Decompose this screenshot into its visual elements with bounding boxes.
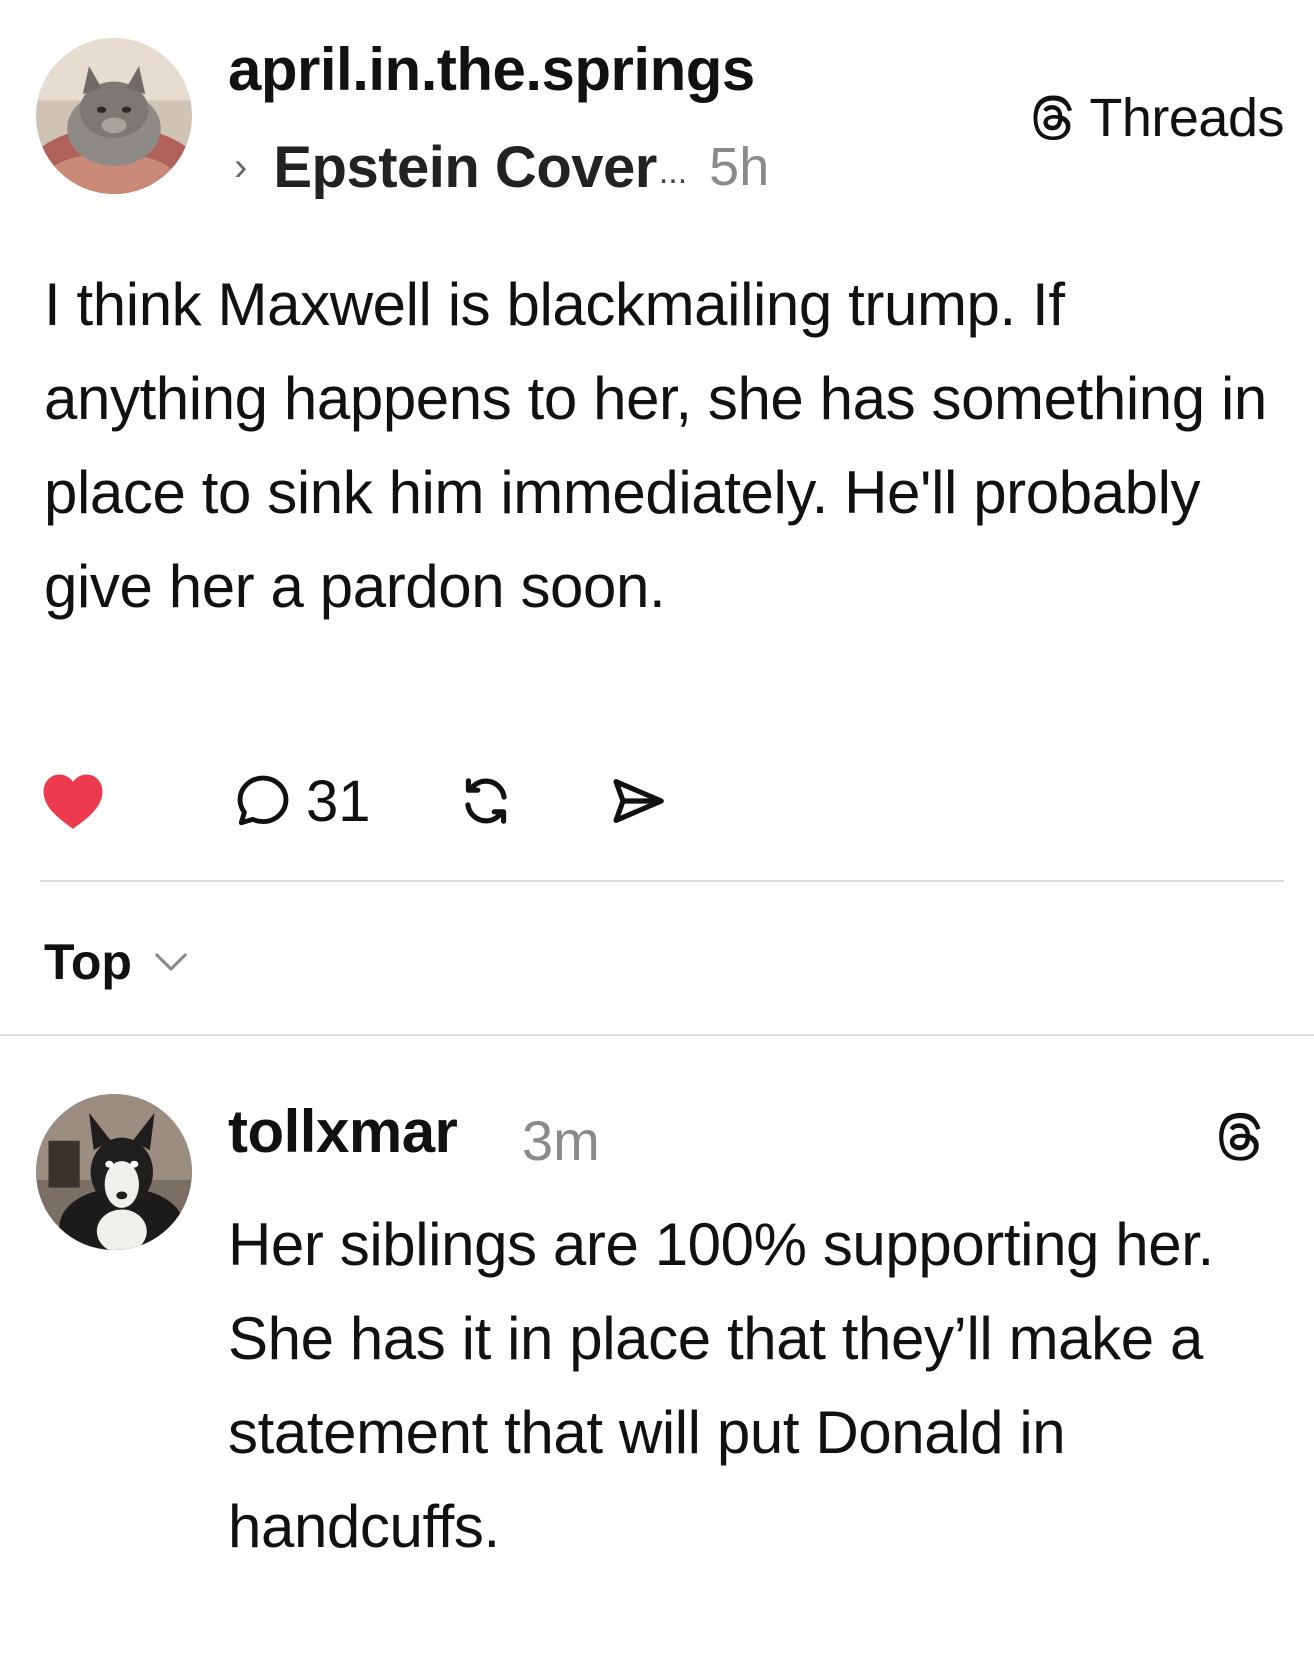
share-button[interactable]	[517, 770, 669, 832]
threads-badge-label: Threads	[1089, 88, 1284, 148]
topic-tag[interactable]: › Epstein Cover ... 5h	[234, 132, 769, 202]
repost-button[interactable]	[371, 770, 517, 832]
reply-button[interactable]: 31	[106, 768, 371, 835]
reply-count: 31	[306, 768, 371, 834]
topic-ellipsis: ...	[658, 153, 688, 191]
reply-username[interactable]: tollxmar	[228, 1102, 458, 1162]
post-author-avatar[interactable]	[36, 38, 192, 194]
post-timestamp: 5h	[709, 137, 770, 197]
post-actions: 31	[40, 766, 669, 836]
topic-label[interactable]: Epstein Cover	[273, 134, 657, 201]
dog-avatar-image	[36, 1094, 192, 1250]
threads-logo-icon[interactable]	[1210, 1108, 1268, 1166]
divider	[0, 1034, 1314, 1036]
reply-timestamp: 3m	[522, 1109, 600, 1172]
chevron-right-icon: ›	[234, 145, 248, 189]
comment-bubble-icon	[237, 775, 289, 826]
send-icon	[612, 779, 664, 823]
post-text: I think Maxwell is blackmailing trump. I…	[44, 271, 1267, 620]
reply-author-avatar[interactable]	[36, 1094, 192, 1250]
threads-badge: Threads	[1025, 88, 1284, 148]
post-username[interactable]: april.in.the.springs	[228, 40, 755, 100]
like-button[interactable]	[40, 771, 106, 831]
heart-filled-icon	[43, 774, 103, 829]
cat-avatar-image	[36, 38, 192, 194]
sort-label: Top	[44, 934, 132, 990]
reply-text: Her siblings are 100% supporting her. Sh…	[228, 1211, 1214, 1560]
divider	[40, 880, 1284, 882]
chevron-down-icon	[155, 953, 187, 971]
repost-icon	[464, 778, 507, 824]
threads-logo-icon	[1033, 95, 1073, 141]
sort-dropdown[interactable]: Top	[44, 934, 188, 990]
